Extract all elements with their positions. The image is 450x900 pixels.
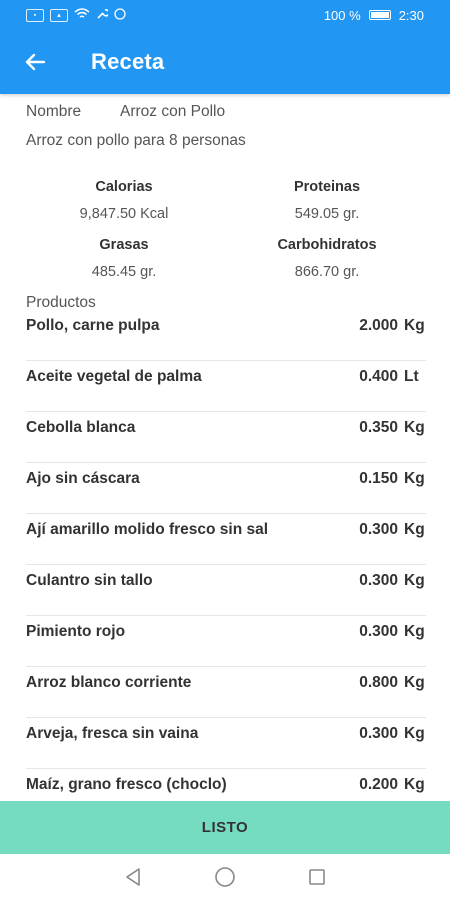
product-unit: Kg bbox=[404, 776, 425, 793]
nav-recents-button[interactable] bbox=[303, 863, 331, 891]
product-quantity: 0.300 bbox=[359, 572, 398, 589]
recipe-name-row: Nombre Arroz con Pollo bbox=[26, 103, 225, 121]
products-list: Pollo, carne pulpa 2.000 Kg Aceite veget… bbox=[26, 310, 426, 800]
nutrition-carbs: Carbohidratos 866.70 gr. bbox=[242, 237, 412, 280]
product-name: Culantro sin tallo bbox=[26, 572, 153, 589]
product-name: Ají amarillo molido fresco sin sal bbox=[26, 521, 269, 538]
product-unit: Kg bbox=[404, 419, 425, 436]
product-unit: Lt bbox=[404, 368, 419, 385]
product-quantity: 0.300 bbox=[359, 725, 398, 742]
product-name: Ajo sin cáscara bbox=[26, 470, 140, 487]
wrench-icon bbox=[96, 8, 110, 23]
list-item[interactable]: Arveja, fresca sin vaina 0.300 Kg bbox=[26, 718, 426, 769]
list-item[interactable]: Cebolla blanca 0.350 Kg bbox=[26, 412, 426, 463]
nutrition-value: 866.70 gr. bbox=[294, 264, 360, 280]
list-item[interactable]: Culantro sin tallo 0.300 Kg bbox=[26, 565, 426, 616]
arrow-left-icon bbox=[25, 53, 46, 71]
back-button[interactable] bbox=[17, 44, 53, 80]
product-name: Pimiento rojo bbox=[26, 623, 126, 640]
nutrition-label: Calorias bbox=[95, 179, 153, 195]
battery-percent: 100 % bbox=[323, 7, 361, 23]
nutrition-value: 485.45 gr. bbox=[91, 264, 157, 280]
list-item[interactable]: Ajo sin cáscara 0.150 Kg bbox=[26, 463, 426, 514]
clock: 2:30 bbox=[398, 7, 424, 23]
nav-back-button[interactable] bbox=[119, 863, 147, 891]
signal-icon: ▴ bbox=[50, 8, 68, 22]
product-unit: Kg bbox=[404, 674, 425, 691]
product-quantity: 0.150 bbox=[359, 470, 398, 487]
list-item[interactable]: Pollo, carne pulpa 2.000 Kg bbox=[26, 310, 426, 361]
product-name: Arroz blanco corriente bbox=[26, 674, 192, 691]
system-nav-bar bbox=[0, 854, 450, 900]
product-quantity: 0.300 bbox=[359, 521, 398, 538]
product-unit: Kg bbox=[404, 623, 425, 640]
product-quantity: 0.300 bbox=[359, 623, 398, 640]
product-unit: Kg bbox=[404, 470, 425, 487]
list-item[interactable]: Aceite vegetal de palma 0.400 Lt bbox=[26, 361, 426, 412]
product-quantity: 0.350 bbox=[359, 419, 398, 436]
list-item[interactable]: Arroz blanco corriente 0.800 Kg bbox=[26, 667, 426, 718]
product-unit: Kg bbox=[404, 572, 425, 589]
nutrition-label: Carbohidratos bbox=[277, 237, 377, 253]
recipe-description: Arroz con pollo para 8 personas bbox=[26, 132, 246, 149]
recipe-name-label: Nombre bbox=[26, 103, 82, 120]
nutrition-fats: Grasas 485.45 gr. bbox=[39, 237, 209, 280]
wifi-icon bbox=[74, 7, 90, 23]
product-quantity: 0.400 bbox=[359, 368, 398, 385]
nutrition-value: 549.05 gr. bbox=[294, 206, 360, 222]
product-name: Pollo, carne pulpa bbox=[26, 317, 160, 334]
product-name: Aceite vegetal de palma bbox=[26, 368, 202, 385]
product-unit: Kg bbox=[404, 725, 425, 742]
nutrition-label: Grasas bbox=[99, 237, 149, 253]
sim-icon: ▪ bbox=[26, 8, 44, 22]
battery-icon bbox=[368, 10, 391, 20]
recipe-name-value: Arroz con Pollo bbox=[120, 103, 226, 120]
app-bar: Receta bbox=[0, 30, 450, 94]
nutrition-value: 9,847.50 Kcal bbox=[79, 206, 169, 222]
status-icons: ▪ ▴ bbox=[26, 7, 126, 23]
nutrition-proteins: Proteinas 549.05 gr. bbox=[242, 179, 412, 222]
product-unit: Kg bbox=[404, 521, 425, 538]
whatsapp-icon bbox=[114, 7, 126, 23]
triangle-back-icon bbox=[126, 868, 140, 886]
nav-home-button[interactable] bbox=[211, 863, 239, 891]
page-title: Receta bbox=[91, 49, 165, 74]
recipe-detail: Nombre Arroz con Pollo Arroz con pollo pa… bbox=[0, 94, 450, 800]
status-bar: ▪ ▴ 100 % 2:30 bbox=[0, 0, 450, 30]
nutrition-label: Proteinas bbox=[293, 179, 361, 195]
product-quantity: 0.800 bbox=[359, 674, 398, 691]
list-item[interactable]: Pimiento rojo 0.300 Kg bbox=[26, 616, 426, 667]
listo-button[interactable]: LISTO bbox=[0, 801, 450, 854]
product-name: Cebolla blanca bbox=[26, 419, 136, 436]
product-quantity: 2.000 bbox=[359, 317, 398, 334]
circle-home-icon bbox=[215, 867, 235, 887]
product-name: Arveja, fresca sin vaina bbox=[26, 725, 199, 742]
square-recents-icon bbox=[309, 869, 325, 885]
product-unit: Kg bbox=[404, 317, 425, 334]
nutrition-calories: Calorias 9,847.50 Kcal bbox=[39, 179, 209, 222]
product-name: Maíz, grano fresco (choclo) bbox=[26, 776, 227, 793]
list-item[interactable]: Ají amarillo molido fresco sin sal 0.300… bbox=[26, 514, 426, 565]
list-item[interactable]: Maíz, grano fresco (choclo) 0.200 Kg bbox=[26, 769, 426, 800]
status-right: 100 % 2:30 bbox=[324, 8, 424, 23]
product-quantity: 0.200 bbox=[359, 776, 398, 793]
